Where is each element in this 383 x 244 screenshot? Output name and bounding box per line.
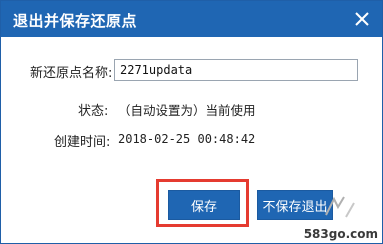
status-value: （自动设置为）当前使用 [118, 103, 256, 118]
site-watermark: 583go.com [304, 195, 378, 241]
restore-point-name-input[interactable] [114, 59, 358, 81]
close-icon [355, 12, 369, 26]
watermark-text: 583go.com [303, 227, 378, 241]
created-time-label: 创建时间: [54, 135, 111, 150]
title-bar: 退出并保存还原点 [1, 1, 382, 37]
save-restore-point-dialog: 退出并保存还原点 新还原点名称: 状态: （自动设置为）当前使用 创建时间: 2… [0, 0, 383, 244]
watermark-logo-icon [325, 196, 355, 218]
dialog-title: 退出并保存还原点 [13, 12, 138, 30]
name-label: 新还原点名称: [30, 66, 113, 81]
created-time-value: 2018-02-25 00:48:42 [118, 132, 256, 146]
close-button[interactable] [350, 7, 374, 31]
save-button[interactable]: 保存 [168, 190, 240, 220]
status-label: 状态: [78, 104, 109, 119]
